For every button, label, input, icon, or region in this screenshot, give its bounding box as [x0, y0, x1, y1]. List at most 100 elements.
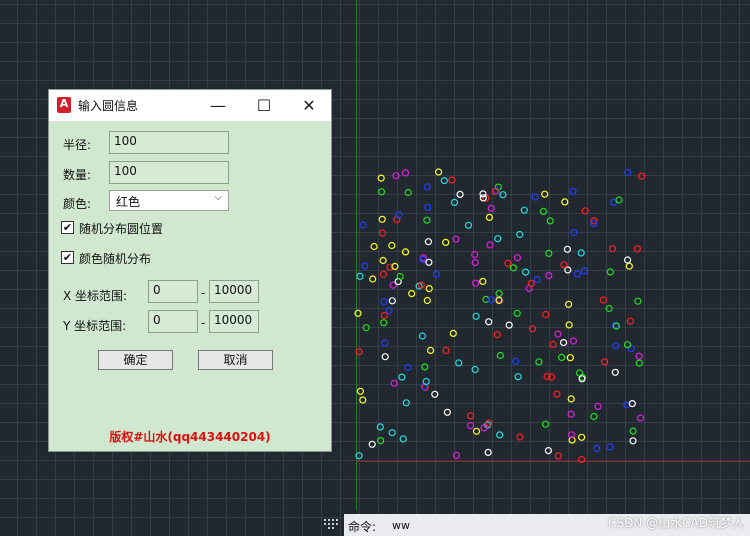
drawn-circle: [356, 272, 364, 280]
color-select-value: 红色: [116, 195, 141, 209]
drawn-circle: [450, 198, 459, 206]
drawn-circle: [634, 297, 642, 305]
random-color-checkbox[interactable]: ✔: [61, 251, 74, 264]
drawn-circle: [521, 268, 530, 276]
drawn-circle: [378, 229, 387, 237]
drawn-circle: [590, 412, 598, 421]
command-line-grip-icon[interactable]: [322, 517, 342, 531]
drawn-circle: [557, 353, 566, 361]
drawn-circle: [388, 241, 396, 250]
y-min-input[interactable]: 0: [148, 310, 198, 333]
drawn-circle: [369, 275, 377, 283]
command-prompt-label: 命令:: [348, 520, 377, 534]
drawn-circle: [355, 348, 363, 356]
drawn-circle: [452, 235, 460, 243]
drawn-circle: [605, 304, 613, 313]
drawn-circle: [427, 346, 435, 354]
command-input[interactable]: ww: [392, 519, 410, 532]
random-color-label[interactable]: 颜色随机分布: [79, 250, 151, 267]
drawn-circle: [594, 402, 602, 410]
drawn-circle: [575, 369, 584, 377]
drawn-circle: [569, 187, 577, 195]
drawn-circle: [378, 215, 386, 223]
drawn-circle: [564, 300, 573, 308]
drawn-circle: [635, 352, 643, 360]
drawn-circle: [528, 325, 537, 333]
drawn-circle: [435, 168, 443, 176]
drawn-circle: [633, 245, 642, 253]
ok-button[interactable]: 确定: [98, 350, 173, 370]
x-max-input[interactable]: 10000: [209, 280, 259, 303]
x-min-input[interactable]: 0: [148, 280, 198, 303]
dialog-titlebar[interactable]: A 输入圆信息 — ☐ ✕: [49, 90, 331, 121]
drawn-circle: [388, 429, 396, 437]
drawn-circle: [479, 190, 487, 198]
drawn-circle: [505, 321, 513, 329]
drawn-circle: [385, 307, 393, 315]
drawn-circle: [398, 373, 406, 381]
drawn-circle: [629, 427, 637, 435]
input-circle-dialog: A 输入圆信息 — ☐ ✕ 半径: 100 数量: 100 颜色: 红色 ⌵ ✔…: [48, 89, 332, 452]
maximize-button[interactable]: ☐: [241, 90, 287, 121]
drawn-circle: [431, 390, 439, 398]
drawn-circle: [368, 440, 376, 448]
color-select[interactable]: 红色 ⌵: [109, 190, 229, 211]
drawn-circle: [623, 401, 631, 409]
drawn-circle: [487, 204, 495, 212]
drawn-circle: [381, 353, 389, 361]
drawn-circle: [442, 346, 450, 355]
drawn-circle: [377, 174, 385, 182]
x-range-label: X 坐标范围:: [63, 289, 128, 303]
drawn-circle: [472, 427, 481, 435]
random-position-label[interactable]: 随机分布圆位置: [79, 220, 163, 237]
count-input[interactable]: 100: [109, 161, 229, 184]
drawn-circle: [592, 445, 601, 453]
drawn-circle: [422, 377, 430, 386]
drawn-circle: [425, 285, 433, 293]
drawn-circle: [381, 339, 389, 347]
y-max-input[interactable]: 10000: [209, 310, 259, 333]
drawn-circle: [379, 256, 387, 265]
drawn-circle: [404, 188, 412, 197]
drawn-circle: [408, 290, 416, 298]
drawn-circle: [471, 365, 479, 374]
drawn-circle: [567, 410, 575, 418]
y-range-label: Y 坐标范围:: [63, 319, 127, 333]
drawn-circle: [531, 193, 539, 201]
x-range-separator: -: [201, 286, 206, 300]
drawn-circle: [509, 264, 518, 272]
radius-input[interactable]: 100: [109, 131, 229, 154]
drawn-circle: [423, 216, 431, 224]
drawn-circle: [495, 290, 503, 298]
drawn-circle: [514, 373, 522, 381]
drawn-circle: [486, 241, 494, 249]
close-button[interactable]: ✕: [286, 90, 332, 121]
drawn-circle: [399, 435, 407, 443]
drawn-circle: [535, 358, 543, 366]
drawn-circle: [612, 342, 620, 350]
cancel-button[interactable]: 取消: [198, 350, 273, 370]
drawn-circle: [623, 341, 632, 349]
drawn-circle: [392, 172, 400, 180]
drawn-circle: [355, 452, 363, 460]
drawn-circle: [635, 359, 643, 367]
drawn-circle: [479, 277, 487, 285]
drawn-circle: [455, 359, 463, 367]
radius-label: 半径:: [63, 138, 92, 152]
drawn-circle: [504, 259, 512, 267]
minimize-button[interactable]: —: [195, 90, 241, 121]
drawn-circle: [545, 272, 553, 280]
drawn-circle: [377, 437, 385, 445]
autocad-app-icon: A: [57, 97, 71, 113]
random-position-checkbox[interactable]: ✔: [61, 221, 74, 234]
drawn-circle: [402, 399, 410, 407]
drawn-circle: [390, 379, 398, 387]
chevron-down-icon: ⌵: [214, 192, 222, 203]
drawn-circle: [516, 433, 524, 441]
drawn-circle: [559, 339, 568, 347]
drawn-circle: [545, 249, 553, 257]
drawn-circle: [376, 423, 384, 431]
drawn-circle: [423, 296, 431, 305]
drawn-circle: [493, 331, 501, 339]
drawn-circle: [611, 368, 619, 376]
